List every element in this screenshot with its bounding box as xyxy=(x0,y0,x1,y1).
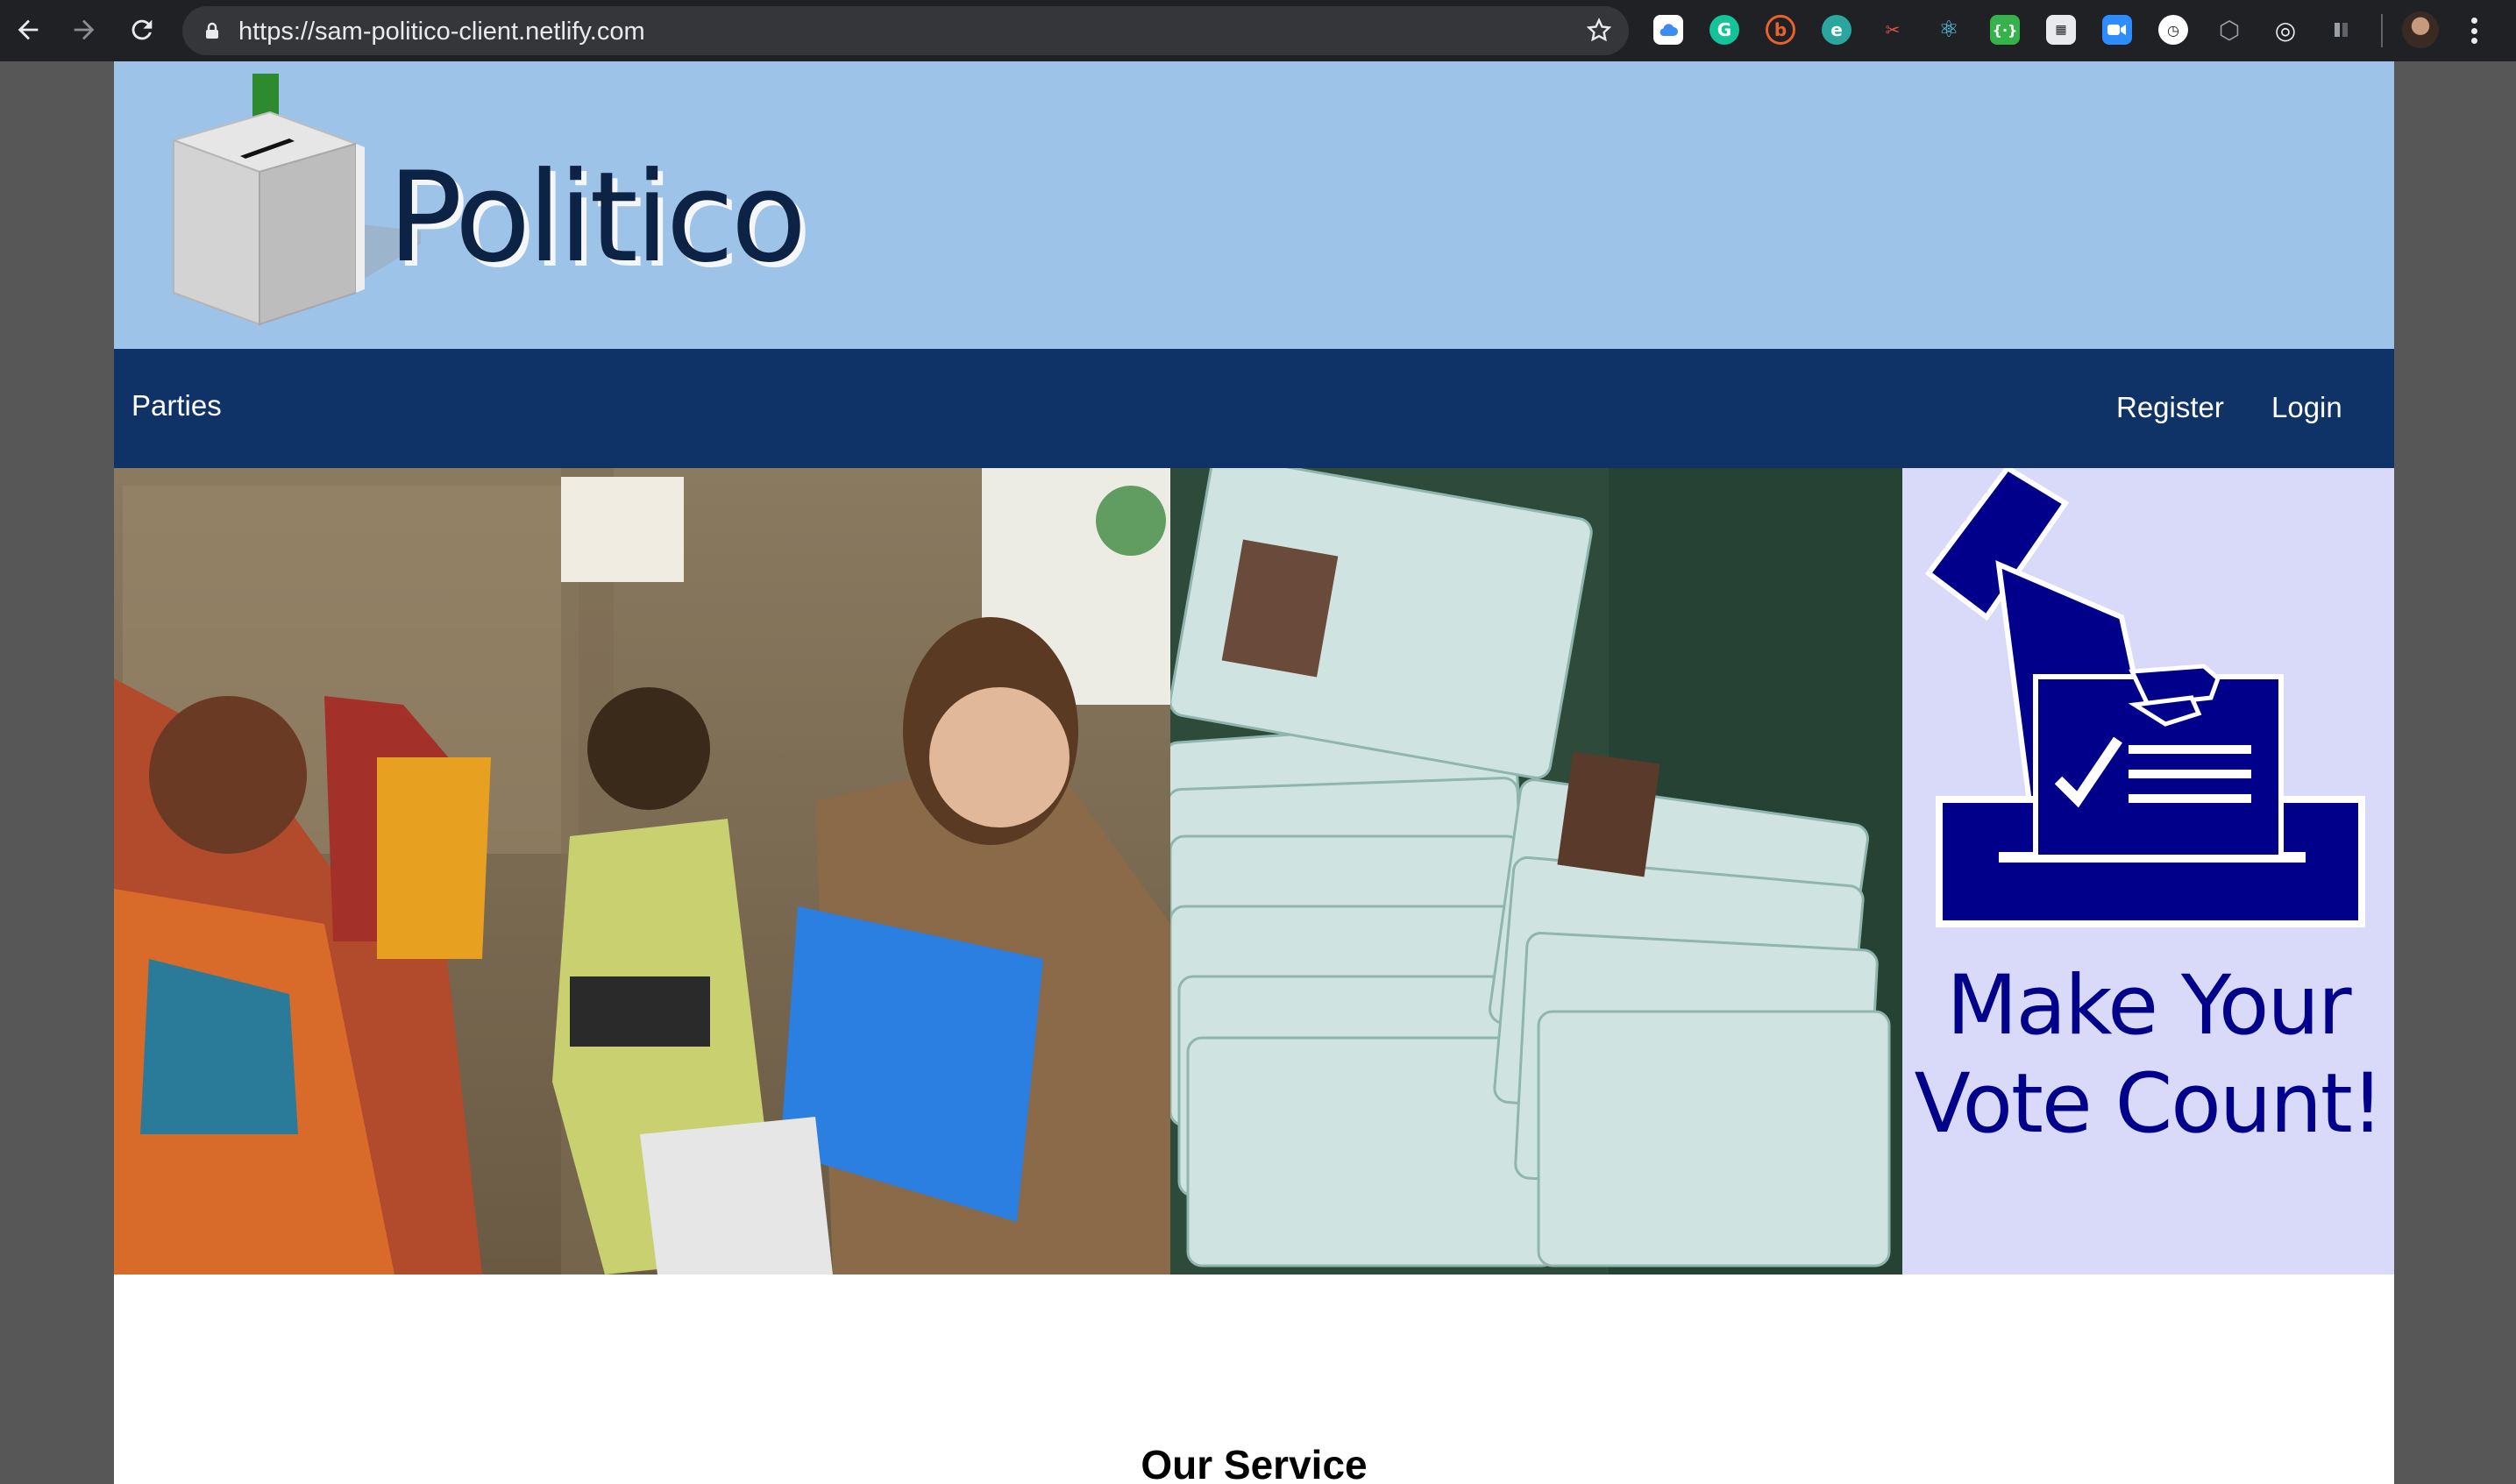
reload-icon xyxy=(131,19,153,40)
timer-icon[interactable]: ◷ xyxy=(2158,15,2188,45)
target-icon[interactable]: ◎ xyxy=(2271,15,2300,45)
address-bar[interactable]: https://sam-politico-client.netlify.com xyxy=(182,6,1629,55)
polling-station-photo xyxy=(114,468,1170,1275)
browser-toolbar: https://sam-politico-client.netlify.com … xyxy=(0,0,2516,61)
edge-icon[interactable]: e xyxy=(1822,15,1851,45)
toolbar-divider xyxy=(2381,14,2383,47)
slogan-line-1: Make Your xyxy=(1946,958,2351,1054)
zoom-icon[interactable] xyxy=(2102,15,2132,45)
voter-cards-photo xyxy=(1170,468,1902,1275)
grammarly-icon[interactable]: G xyxy=(1709,15,1739,45)
scissors-icon[interactable]: ✂ xyxy=(1878,15,1908,45)
back-arrow-icon xyxy=(18,19,39,40)
forward-arrow-icon xyxy=(74,19,95,40)
main-navbar: Parties Register Login xyxy=(114,349,2394,468)
nav-login-link[interactable]: Login xyxy=(2271,391,2342,424)
profile-avatar[interactable] xyxy=(2402,11,2439,48)
forward-button[interactable] xyxy=(65,11,103,49)
hand-ballot-icon xyxy=(1924,468,2365,927)
hero-banner: Make Your Vote Count! xyxy=(114,468,2394,1275)
nav-parties-link[interactable]: Parties xyxy=(131,389,222,422)
site-header: Politico xyxy=(114,61,2394,349)
vote-count-illustration: Make Your Vote Count! xyxy=(1902,468,2394,1275)
reload-button[interactable] xyxy=(123,11,161,49)
our-service-heading: Our Service xyxy=(1141,1442,1368,1484)
lock-icon xyxy=(206,22,218,39)
ballot-box-icon[interactable] xyxy=(167,74,421,337)
cloud-icon[interactable] xyxy=(1653,15,1683,45)
browser-menu-button[interactable] xyxy=(2465,14,2483,47)
back-button[interactable] xyxy=(9,11,47,49)
hexagon-icon[interactable]: ⬡ xyxy=(2214,15,2244,45)
url-text[interactable]: https://sam-politico-client.netlify.com xyxy=(238,18,645,46)
react-icon[interactable]: ⚛ xyxy=(1934,15,1964,45)
bookmark-star-icon[interactable] xyxy=(1585,17,1613,45)
b-icon[interactable]: b xyxy=(1766,15,1795,45)
calendar-icon[interactable]: ▦ xyxy=(2046,15,2076,45)
code-icon[interactable]: {·} xyxy=(1990,15,2020,45)
bar-icon[interactable] xyxy=(2327,15,2356,45)
slogan-line-2: Vote Count! xyxy=(1914,1056,2385,1152)
web-page: Politico Parties Register Login Make You… xyxy=(114,61,2394,1484)
nav-register-link[interactable]: Register xyxy=(2116,391,2224,424)
site-logo-text[interactable]: Politico xyxy=(387,146,807,290)
